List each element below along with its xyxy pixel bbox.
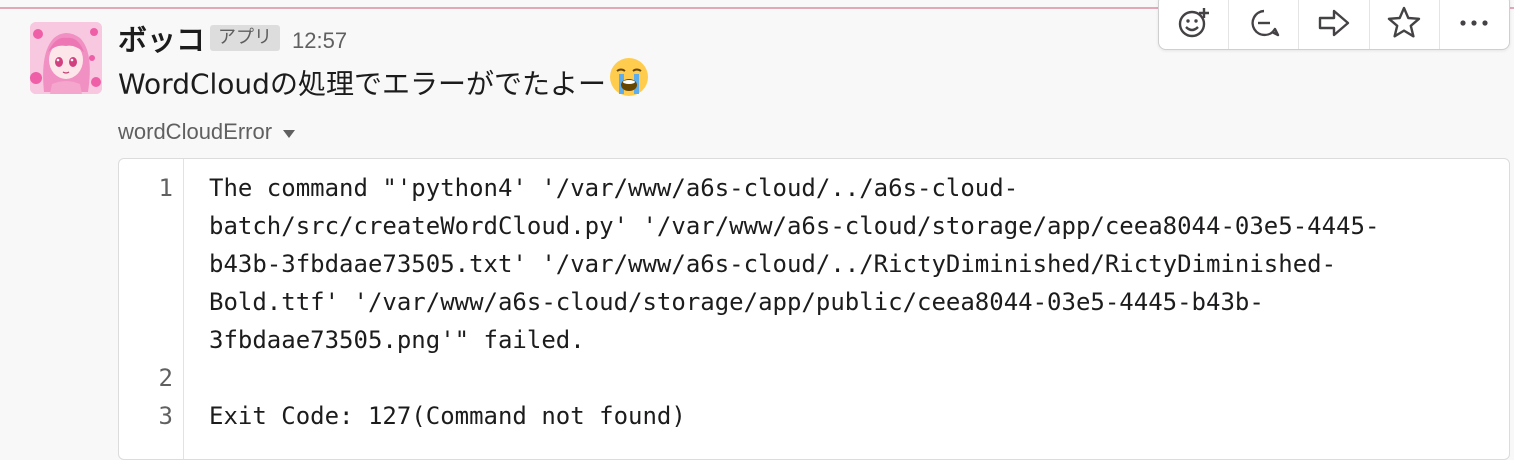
app-badge: アプリ	[210, 25, 280, 51]
add-reaction-button[interactable]	[1159, 0, 1230, 49]
message-actions-toolbar	[1158, 0, 1510, 50]
chevron-down-icon[interactable]	[282, 118, 296, 146]
message-body: WordCloudの処理でエラーがでたよー	[118, 58, 650, 109]
save-message-button[interactable]	[1370, 0, 1440, 49]
avatar-image	[30, 22, 102, 94]
code-line: batch/src/createWordCloud.py' '/var/www/…	[209, 212, 1380, 240]
more-actions-button[interactable]	[1440, 0, 1509, 49]
code-snippet[interactable]: 1 2 3 The command "'python4' '/var/www/a…	[118, 158, 1510, 460]
more-actions-icon	[1456, 5, 1492, 46]
line-number: 3	[158, 402, 173, 430]
add-reaction-icon	[1176, 5, 1212, 46]
reply-in-thread-button[interactable]	[1229, 0, 1300, 49]
share-message-button[interactable]	[1299, 0, 1370, 49]
snippet-title[interactable]: wordCloudError	[118, 118, 296, 146]
line-number-gutter: 1 2 3	[119, 159, 184, 459]
star-icon	[1386, 5, 1422, 46]
share-icon	[1316, 5, 1352, 46]
snippet-title-text: wordCloudError	[118, 119, 273, 144]
avatar[interactable]	[30, 22, 102, 94]
sender-name[interactable]: ボッコ	[118, 22, 205, 58]
code-line: Bold.ttf' '/var/www/a6s-cloud/storage/ap…	[209, 288, 1264, 316]
line-number: 2	[158, 364, 173, 392]
line-number: 1	[158, 174, 173, 202]
loudly-crying-face-icon	[608, 56, 650, 109]
code-line: The command "'python4' '/var/www/a6s-clo…	[209, 174, 1019, 202]
code-line: Exit Code: 127(Command not found)	[209, 402, 686, 430]
code-line: b43b-3fbdaae73505.txt' '/var/www/a6s-clo…	[209, 250, 1337, 278]
message-text: WordCloudの処理でエラーがでたよー	[118, 67, 606, 101]
reply-in-thread-icon	[1246, 5, 1282, 46]
message-timestamp[interactable]: 12:57	[292, 27, 347, 55]
code-line: 3fbdaae73505.png'" failed.	[209, 326, 585, 354]
